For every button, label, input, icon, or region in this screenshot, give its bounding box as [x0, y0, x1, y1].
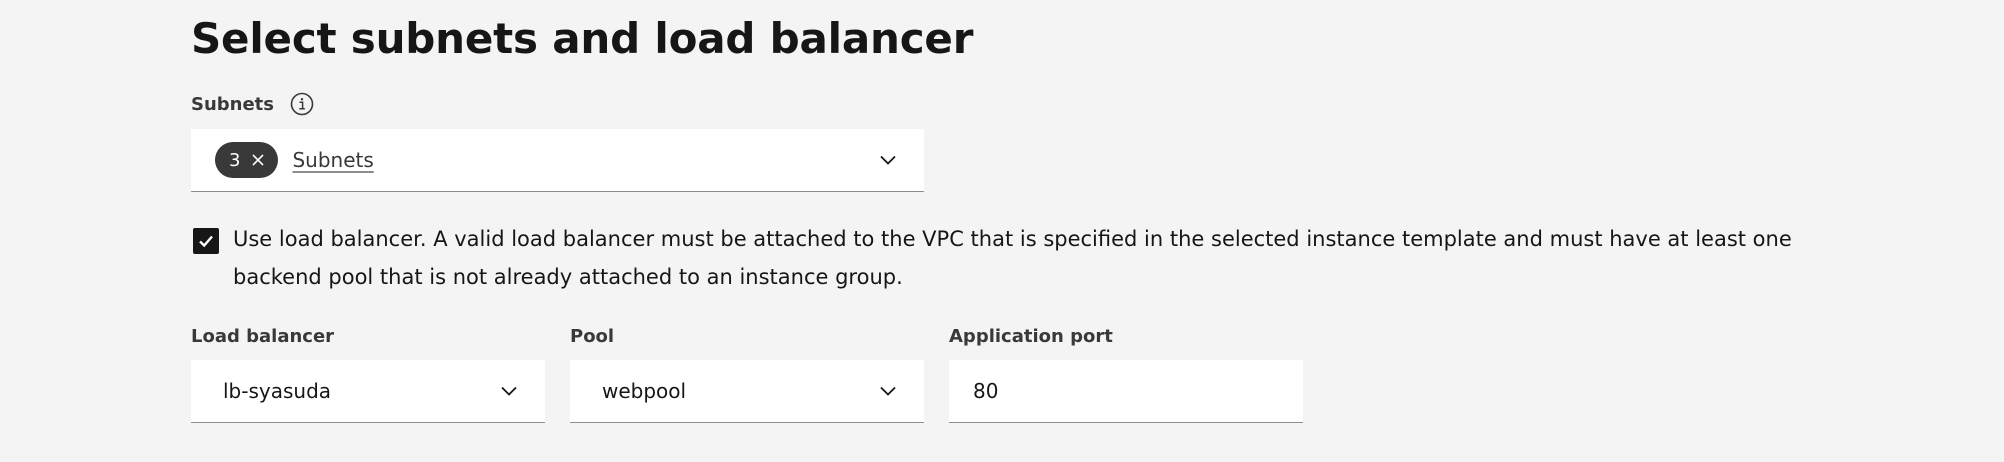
- load-balancer-value: lb-syasuda: [223, 379, 332, 403]
- subnets-multiselect[interactable]: 3 Subnets: [191, 129, 924, 192]
- pool-value: webpool: [602, 379, 687, 403]
- load-balancer-select[interactable]: lb-syasuda: [191, 360, 545, 423]
- subnets-placeholder: Subnets: [292, 148, 374, 172]
- subnets-label: Subnets: [191, 93, 275, 115]
- page-title: Select subnets and load balancer: [191, 14, 974, 63]
- load-balancer-label: Load balancer: [191, 326, 335, 347]
- selected-count: 3: [229, 149, 241, 171]
- pool-group: Pool webpool: [570, 326, 924, 423]
- chevron-down-icon[interactable]: [876, 379, 900, 403]
- selected-count-tag: 3: [215, 142, 279, 178]
- application-port-label: Application port: [949, 326, 1113, 347]
- application-port-value: 80: [973, 379, 999, 403]
- use-load-balancer-label: Use load balancer. A valid load balancer…: [233, 227, 1792, 289]
- pool-label: Pool: [570, 326, 615, 347]
- info-icon[interactable]: [290, 92, 314, 116]
- use-load-balancer-checkbox[interactable]: [193, 228, 219, 254]
- load-balancer-group: Load balancer lb-syasuda: [191, 326, 545, 423]
- close-icon[interactable]: [248, 150, 268, 170]
- use-load-balancer-row: Use load balancer. A valid load balancer…: [193, 225, 1833, 296]
- application-port-group: Application port 80: [949, 326, 1303, 423]
- pool-select[interactable]: webpool: [570, 360, 924, 423]
- subnets-label-row: Subnets: [191, 92, 314, 116]
- chevron-down-icon[interactable]: [876, 148, 900, 172]
- application-port-input[interactable]: 80: [949, 360, 1303, 423]
- chevron-down-icon[interactable]: [497, 379, 521, 403]
